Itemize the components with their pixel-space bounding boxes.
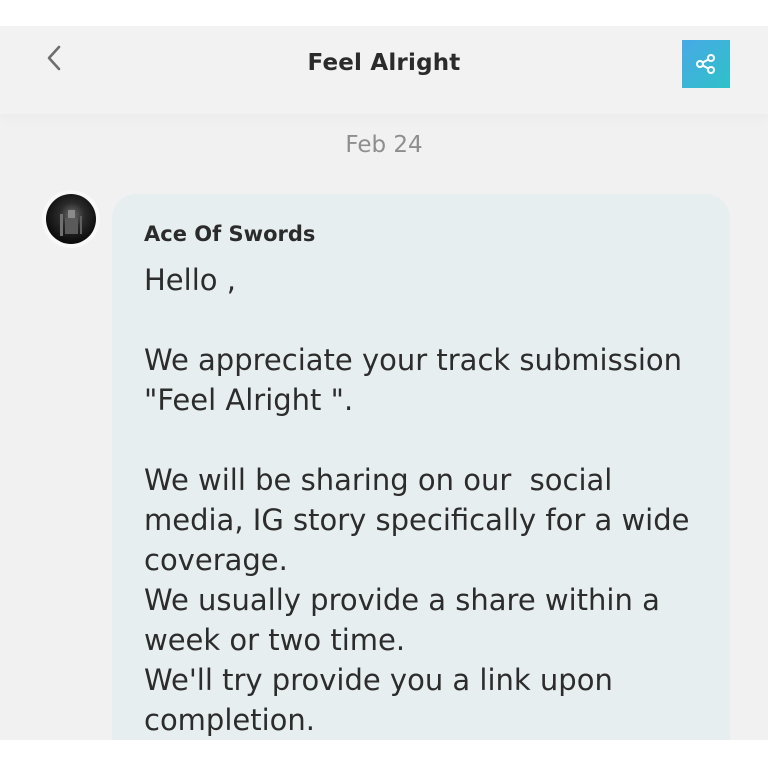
message-bubble: Ace Of Swords Hello , We appreciate your…: [112, 194, 730, 740]
share-button[interactable]: [682, 40, 730, 88]
share-icon: [696, 54, 715, 74]
chat-screen: Feel Alright Feb 24 Ace Of Swords Hello …: [0, 26, 768, 740]
date-separator: Feb 24: [345, 132, 423, 158]
avatar-photo: [60, 210, 82, 236]
message-text: Hello , We appreciate your track submiss…: [144, 263, 690, 737]
avatar[interactable]: [46, 194, 96, 244]
page-title: Feel Alright: [307, 50, 461, 76]
sender-name: Ace Of Swords: [144, 222, 316, 246]
top-bar: Feel Alright: [0, 26, 768, 114]
